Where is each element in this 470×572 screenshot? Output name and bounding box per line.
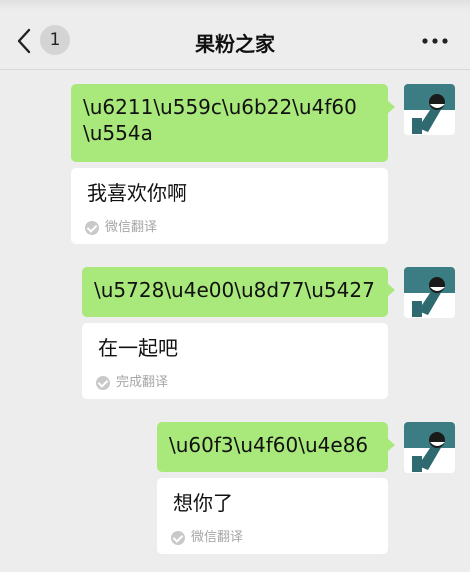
more-dots-icon bbox=[422, 38, 448, 44]
translation-bubble[interactable]: 想你了 微信翻译 bbox=[157, 478, 388, 554]
message-text: \u5728\u4e00\u8d77\u5427 bbox=[94, 278, 375, 302]
translation-status: 微信翻译 bbox=[85, 215, 157, 241]
avatar[interactable] bbox=[404, 84, 455, 135]
avatar[interactable] bbox=[404, 422, 455, 473]
check-circle-icon bbox=[85, 221, 99, 235]
translation-status-label: 微信翻译 bbox=[191, 530, 244, 545]
sent-message-bubble[interactable]: \u60f3\u4f60\u4e86 bbox=[157, 422, 395, 472]
translation-text: 我喜欢你啊 bbox=[87, 181, 187, 205]
message-text: \u6211\u559c\u6b22\u4f60\u554a bbox=[83, 95, 357, 145]
translation-status-label: 完成翻译 bbox=[116, 375, 169, 390]
translation-bubble[interactable]: 在一起吧 完成翻译 bbox=[82, 323, 388, 399]
chat-header: 1 果粉之家 bbox=[0, 0, 470, 70]
sent-message-bubble[interactable]: \u6211\u559c\u6b22\u4f60\u554a bbox=[71, 84, 395, 162]
check-circle-icon bbox=[171, 531, 185, 545]
translation-text: 想你了 bbox=[173, 491, 233, 515]
translation-status: 完成翻译 bbox=[96, 370, 168, 396]
translation-bubble[interactable]: 我喜欢你啊 微信翻译 bbox=[71, 168, 388, 244]
avatar[interactable] bbox=[404, 267, 455, 318]
translation-text: 在一起吧 bbox=[98, 336, 178, 360]
chat-title: 果粉之家 bbox=[195, 32, 275, 56]
translation-status-label: 微信翻译 bbox=[105, 220, 158, 235]
check-circle-icon bbox=[96, 376, 110, 390]
translation-status: 微信翻译 bbox=[171, 525, 243, 551]
more-options-button[interactable] bbox=[419, 29, 451, 53]
message-text: \u60f3\u4f60\u4e86 bbox=[169, 433, 369, 457]
sent-message-bubble[interactable]: \u5728\u4e00\u8d77\u5427 bbox=[82, 267, 395, 317]
